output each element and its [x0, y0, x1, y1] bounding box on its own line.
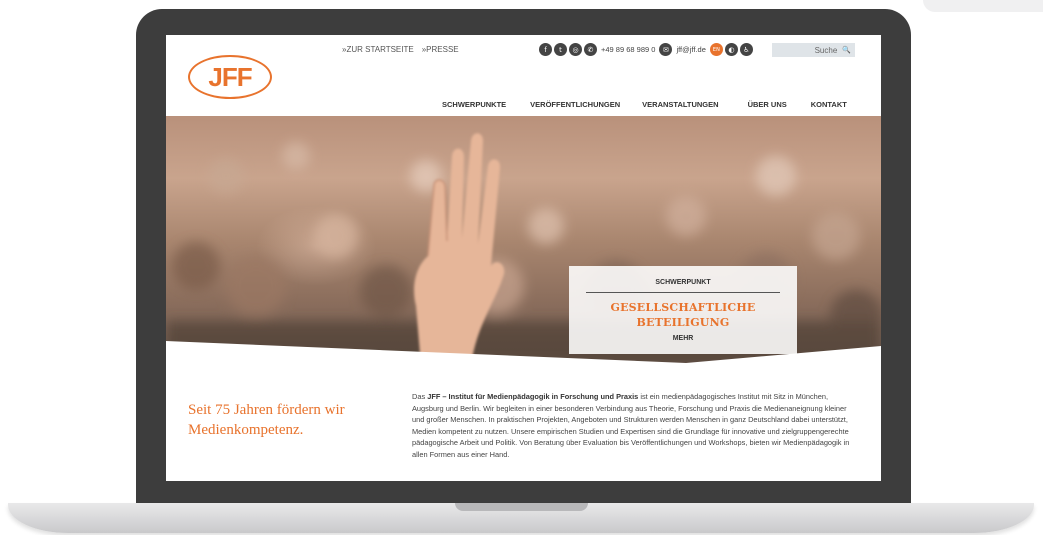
instagram-icon[interactable]: ◎ [569, 43, 582, 56]
hero-card[interactable]: SCHWERPUNKT GESELLSCHAFTLICHE BETEILIGUN… [569, 266, 797, 354]
language-label: EN [712, 46, 720, 53]
card-divider [586, 292, 780, 293]
background-swoosh [923, 0, 1043, 12]
nav-veroeffentlichungen[interactable]: VERÖFFENTLICHUNGEN [530, 100, 620, 109]
card-kicker: SCHWERPUNKT [655, 279, 711, 286]
laptop-notch [455, 503, 588, 511]
nav-veranstaltungen[interactable]: VERANSTALTUNGEN [642, 100, 718, 109]
nav-ueber-uns[interactable]: ÜBER UNS [748, 100, 787, 109]
link-presse[interactable]: »PRESSE [422, 45, 459, 54]
website-screen: JFF »ZUR STARTSEITE »PRESSE f t ◎ ✆ +49 … [166, 35, 881, 481]
search-input[interactable]: Suche 🔍 [772, 43, 855, 57]
intro-lead: Das [412, 392, 428, 401]
link-startseite[interactable]: »ZUR STARTSEITE [342, 45, 414, 54]
card-title: GESELLSCHAFTLICHE BETEILIGUNG [569, 300, 797, 330]
phone-number[interactable]: +49 89 68 989 0 [601, 45, 655, 54]
contrast-icon[interactable]: ◐ [724, 43, 738, 56]
search-placeholder: Suche [814, 45, 838, 55]
intro-paragraph: Das JFF – Institut für Medienpädagogik i… [412, 391, 860, 460]
search-icon[interactable]: 🔍 [842, 46, 851, 54]
twitter-icon[interactable]: t [554, 43, 567, 56]
facebook-icon[interactable]: f [539, 43, 552, 56]
intro-body: ist ein medienpädagogisches Institut mit… [412, 392, 850, 459]
mail-icon[interactable]: ✉ [659, 43, 673, 56]
utility-bar: f t ◎ ✆ +49 89 68 989 0 ✉ jff@jff.de EN … [539, 43, 753, 56]
tagline: Seit 75 Jahren fördern wir Medienkompete… [188, 402, 345, 438]
card-title-line-1: GESELLSCHAFTLICHE [610, 301, 756, 314]
intro-institute-name: JFF – Institut für Medienpädagogik in Fo… [427, 392, 639, 401]
language-switch[interactable]: EN [709, 43, 723, 56]
nav-kontakt[interactable]: KONTAKT [811, 100, 847, 109]
main-nav: SCHWERPUNKTE VERÖFFENTLICHUNGEN VERANSTA… [442, 100, 847, 109]
nav-schwerpunkte[interactable]: SCHWERPUNKTE [442, 100, 506, 109]
card-more-link[interactable]: MEHR [569, 335, 797, 342]
jff-logo[interactable]: JFF [188, 55, 272, 99]
card-title-line-2: BETEILIGUNG [636, 316, 730, 329]
top-links: »ZUR STARTSEITE »PRESSE [342, 45, 459, 54]
logo-text: JFF [208, 61, 252, 92]
accessibility-icon[interactable]: ♿ [739, 43, 753, 56]
email-link[interactable]: jff@jff.de [676, 45, 705, 54]
hero-banner: SCHWERPUNKT GESELLSCHAFTLICHE BETEILIGUN… [166, 116, 881, 366]
phone-icon[interactable]: ✆ [584, 43, 597, 56]
